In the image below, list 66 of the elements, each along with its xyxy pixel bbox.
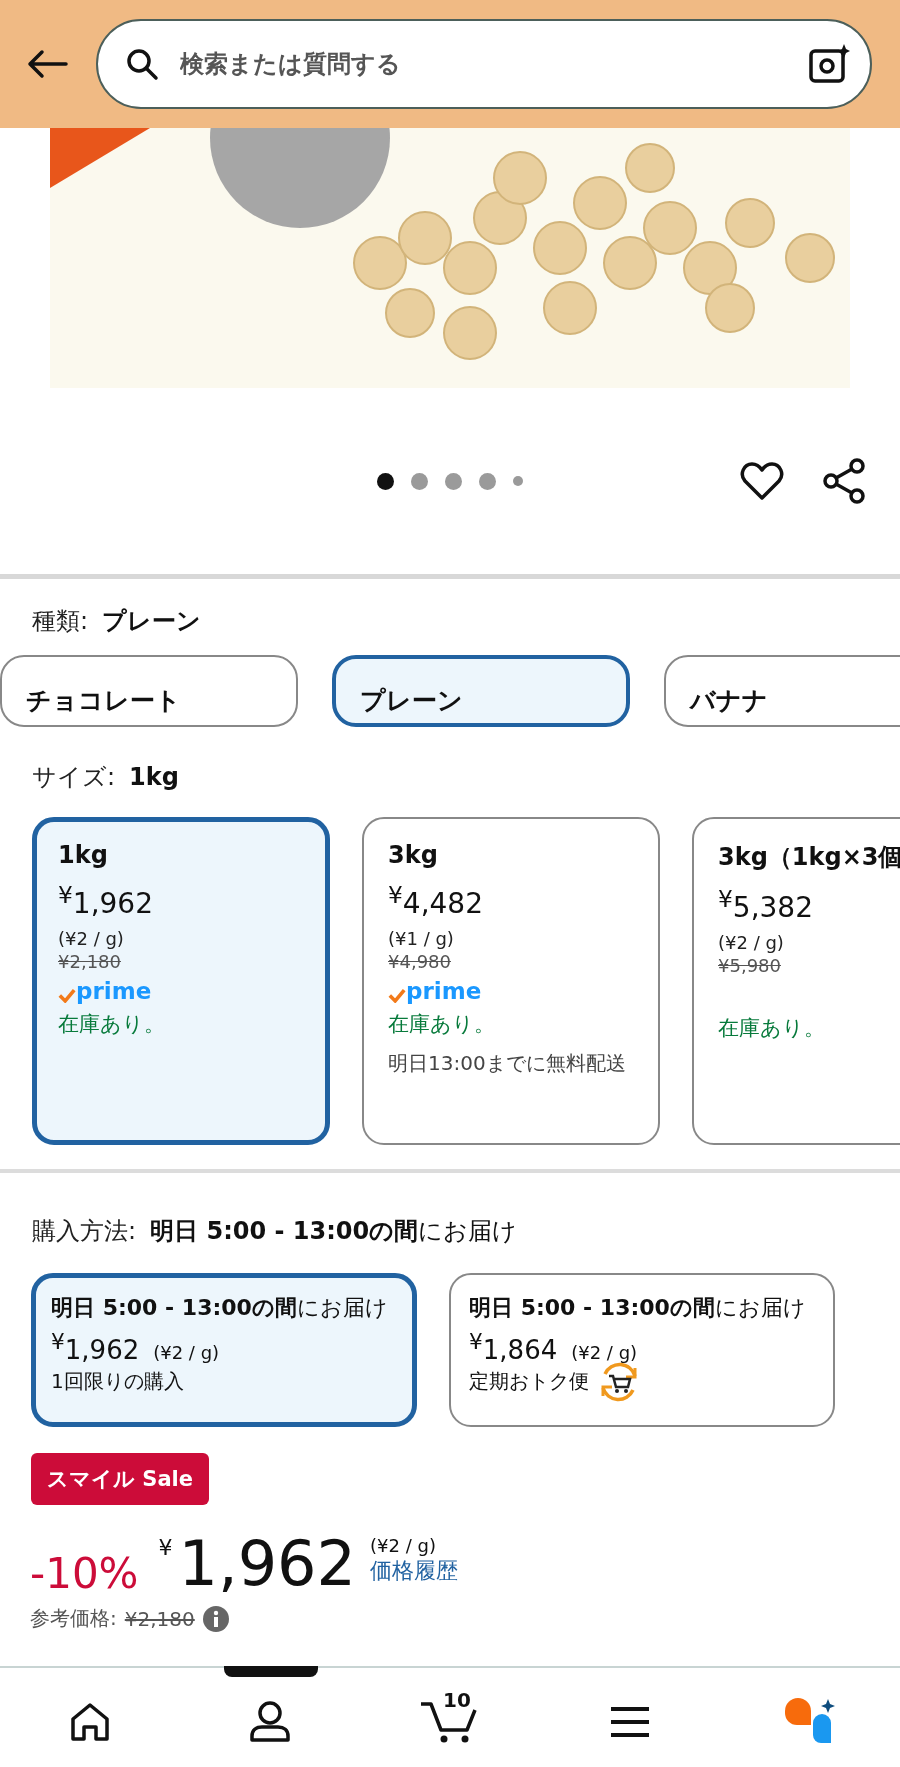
reference-price-label: 参考価格: [30, 1605, 117, 1633]
unit-price: (¥2 / g) [153, 1341, 220, 1363]
variant-option[interactable]: プレーン [332, 655, 630, 727]
person-icon[interactable] [249, 1699, 291, 1744]
share-icon[interactable] [822, 458, 866, 504]
variant-label: 種類: [32, 606, 89, 637]
purchase-method-value: 明日 5:00 - 13:00の間にお届け [150, 1216, 518, 1247]
prime-logo: prime [388, 976, 482, 1007]
purchase-option-card[interactable]: 明日 5:00 - 13:00の間にお届け $^{¥}$1,864 (¥2 / g) 定期おトク便 [449, 1273, 835, 1427]
cart-count: 10 [443, 1687, 471, 1712]
variant-option[interactable]: チョコレート [0, 655, 298, 727]
back-arrow-icon[interactable] [26, 49, 68, 79]
price-history-link[interactable]: 価格履歴 [370, 1556, 458, 1586]
discount-percent: -10% [30, 1549, 139, 1598]
reference-price: ¥2,180 [124, 1606, 195, 1631]
unit-price: (¥2 / g) [370, 1535, 437, 1556]
size-name: 1kg [58, 841, 108, 869]
heart-icon[interactable] [740, 461, 784, 501]
stock-status: 在庫あり。 [388, 1011, 495, 1039]
list-price: ¥5,980 [718, 955, 781, 977]
search-field[interactable]: 検索または質問する [96, 19, 872, 109]
size-label: サイズ: [32, 762, 116, 793]
unit-price: (¥2 / g) [718, 932, 784, 954]
unit-price: (¥2 / g) [58, 928, 124, 950]
delivery-window: 明日 5:00 - 13:00の間にお届け [51, 1293, 405, 1323]
variant-value: プレーン [102, 606, 202, 637]
stock-status: 在庫あり。 [718, 1015, 825, 1043]
sale-badge: スマイル Sale [31, 1453, 210, 1505]
page-indicator-dot[interactable] [445, 472, 462, 490]
prime-logo: prime [58, 976, 152, 1007]
size-price: $^{¥}$1,962 [58, 881, 153, 921]
page-indicator-dot[interactable] [479, 472, 496, 490]
size-value: 1kg [129, 763, 179, 791]
drawer-handle[interactable] [224, 1666, 318, 1677]
size-option-card[interactable]: 3kg $^{¥}$4,482 (¥1 / g) ¥4,980 prime 在庫あり。 明日13:00までに無料配送 [362, 817, 660, 1145]
option-price: $^{¥}$1,962 [51, 1329, 140, 1365]
purchase-type: 定期おトク便 [469, 1368, 589, 1396]
delivery-window: 明日 5:00 - 13:00の間にお届け [469, 1293, 823, 1323]
sale-price: 1,962 [178, 1527, 356, 1602]
purchase-option-card[interactable]: 明日 5:00 - 13:00の間にお届け $^{¥}$1,962 (¥2 / g) 1回限りの購入 [31, 1273, 417, 1427]
search-input[interactable]: 検索または質問する [178, 49, 790, 79]
purchase-type: 1回限りの購入 [51, 1368, 184, 1396]
list-price: ¥2,180 [58, 951, 121, 973]
unit-price: (¥2 / g) [571, 1341, 638, 1363]
list-price: ¥4,980 [388, 951, 451, 973]
size-price: $^{¥}$4,482 [388, 881, 483, 921]
stock-status: 在庫あり。 [58, 1011, 165, 1039]
camera-icon[interactable] [808, 43, 850, 85]
page-indicator-dot[interactable] [411, 472, 428, 490]
menu-icon[interactable] [609, 1705, 651, 1738]
purchase-method-label: 購入方法: [32, 1216, 137, 1247]
size-option-card[interactable]: 1kg $^{¥}$1,962 (¥2 / g) ¥2,180 prime 在庫あり。 [32, 817, 330, 1145]
page-indicator-dot[interactable] [513, 476, 523, 486]
currency-symbol: ¥ [158, 1535, 173, 1560]
delivery-note: 明日13:00までに無料配送 [388, 1050, 627, 1078]
unit-price: (¥1 / g) [388, 928, 454, 950]
home-icon[interactable] [69, 1700, 111, 1743]
variant-option[interactable]: バナナ [664, 655, 900, 727]
size-price: $^{¥}$5,382 [718, 885, 813, 925]
size-name: 3kg [388, 841, 438, 869]
size-option-card[interactable]: 3kg（1kg×3個 $^{¥}$5,382 (¥2 / g) ¥5,980 在庫あり。 [692, 817, 900, 1145]
info-icon[interactable] [202, 1605, 229, 1632]
search-icon [124, 46, 160, 82]
size-name: 3kg（1kg×3個 [718, 842, 900, 873]
option-price: $^{¥}$1,864 [469, 1329, 558, 1365]
page-indicator-dot[interactable] [377, 472, 394, 490]
